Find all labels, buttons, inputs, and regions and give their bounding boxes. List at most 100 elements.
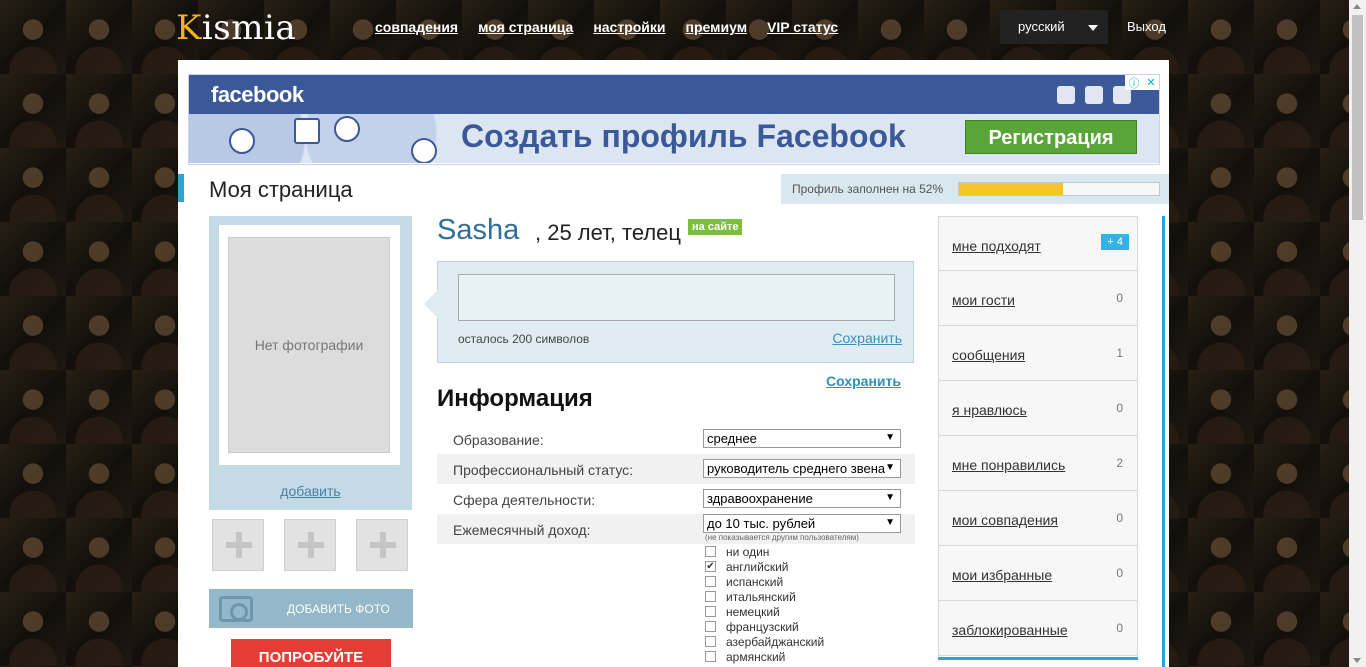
professional-status-select[interactable]: руководитель среднего звена ▼ xyxy=(703,459,901,478)
side-menu-count: 0 xyxy=(1116,291,1123,305)
add-thumbnail-plus-icon[interactable] xyxy=(356,519,408,571)
education-select[interactable]: среднее ▼ xyxy=(703,429,901,448)
language-option[interactable]: немецкий xyxy=(705,604,824,619)
field-value: здравоохранение xyxy=(707,491,813,506)
adchoices-icon[interactable]: ⓘ ✕ xyxy=(1125,75,1159,90)
language-option[interactable]: французский xyxy=(705,619,824,634)
dropdown-arrow-icon: ▼ xyxy=(885,462,895,473)
facebook-ad[interactable]: facebook ⓘ ✕ Создать профиль Facebook Ре… xyxy=(188,74,1160,165)
side-menu-label[interactable]: мои совпадения xyxy=(952,512,1058,528)
camera-icon xyxy=(219,596,253,622)
language-value: русский xyxy=(1018,19,1065,34)
side-menu-label[interactable]: заблокированные xyxy=(952,622,1068,638)
language-option[interactable]: ✔ английский xyxy=(705,559,824,574)
scroll-down-icon[interactable] xyxy=(1353,658,1361,663)
checkbox[interactable] xyxy=(705,636,716,647)
checkbox[interactable] xyxy=(705,651,716,662)
side-menu-count: 1 xyxy=(1116,346,1123,360)
checkbox[interactable] xyxy=(705,606,716,617)
fb-ad-header: facebook ⓘ ✕ xyxy=(189,75,1159,114)
chars-left: осталось 200 символов xyxy=(458,332,590,346)
side-menu-item[interactable]: мои гости 0 xyxy=(938,271,1138,326)
side-menu-item[interactable]: мне подходят + 4 xyxy=(938,216,1138,271)
nav-my-page[interactable]: моя страница xyxy=(478,19,573,35)
language-label: азербайджанский xyxy=(726,634,825,649)
title-accent xyxy=(178,174,184,202)
side-menu-item[interactable]: мне понравились 2 xyxy=(938,436,1138,491)
info-save-link[interactable]: Сохранить xyxy=(826,373,901,389)
language-option[interactable]: итальянский xyxy=(705,589,824,604)
side-menu-item[interactable]: я нравлюсь 0 xyxy=(938,381,1138,436)
add-photo-button[interactable]: ДОБАВИТЬ ФОТО xyxy=(209,589,413,628)
side-menu-item[interactable]: мои совпадения 0 xyxy=(938,491,1138,546)
checkbox[interactable] xyxy=(705,576,716,587)
logout-link[interactable]: Выход xyxy=(1127,19,1166,34)
side-menu-label[interactable]: мои избранные xyxy=(952,567,1052,583)
checkbox[interactable] xyxy=(705,591,716,602)
new-count-badge: + 4 xyxy=(1101,234,1129,250)
language-label: немецкий xyxy=(726,604,780,619)
site-logo[interactable]: Kismia xyxy=(176,8,296,48)
add-thumbnail-plus-icon[interactable] xyxy=(284,519,336,571)
education-value: среднее xyxy=(707,431,757,446)
page-scrollbar[interactable] xyxy=(1349,0,1366,667)
side-menu-bottom-accent xyxy=(938,657,1138,660)
side-menu-item[interactable]: сообщения 1 xyxy=(938,326,1138,381)
language-label: французский xyxy=(726,619,799,634)
side-menu-item[interactable]: мои избранные 0 xyxy=(938,546,1138,601)
promo-banner[interactable]: ПОПРОБУЙТЕ xyxy=(231,639,391,667)
photo-frame: Нет фотографии xyxy=(219,225,400,465)
language-option[interactable]: испанский xyxy=(705,574,824,589)
online-badge: на сайте xyxy=(688,219,743,235)
add-photo-link[interactable]: добавить xyxy=(209,483,412,499)
checkbox[interactable]: ✔ xyxy=(705,561,716,572)
dropdown-arrow-icon: ▼ xyxy=(885,432,895,443)
nav-matches[interactable]: совпадения xyxy=(375,19,458,35)
language-select[interactable]: русский xyxy=(1000,10,1108,44)
side-menu-label[interactable]: мне понравились xyxy=(952,457,1065,473)
nav-settings[interactable]: настройки xyxy=(593,19,665,35)
income-value: до 10 тыс. рублей xyxy=(707,516,816,531)
main-panel: facebook ⓘ ✕ Создать профиль Facebook Ре… xyxy=(178,60,1169,667)
add-thumbnail-plus-icon[interactable] xyxy=(212,519,264,571)
status-save-link[interactable]: Сохранить xyxy=(832,330,902,346)
photo-placeholder[interactable]: Нет фотографии xyxy=(228,237,390,453)
side-menu-label[interactable]: я нравлюсь xyxy=(952,402,1027,418)
field-select[interactable]: здравоохранение ▼ xyxy=(703,489,901,508)
info-row-field: Сфера деятельности: здравоохранение ▼ xyxy=(437,484,915,514)
scroll-thumb[interactable] xyxy=(1352,15,1363,220)
language-label: армянский xyxy=(726,649,786,664)
side-menu-item[interactable]: заблокированные 0 xyxy=(938,601,1138,656)
language-option[interactable]: армянский xyxy=(705,649,824,664)
side-menu-label[interactable]: мне подходят xyxy=(952,238,1041,254)
info-row-education: Образование: среднее ▼ xyxy=(437,424,915,454)
nav-vip[interactable]: VIP статус xyxy=(767,19,838,35)
checkbox[interactable] xyxy=(705,621,716,632)
side-menu-count: 0 xyxy=(1116,621,1123,635)
dropdown-arrow-icon: ▼ xyxy=(885,517,895,528)
chevron-down-icon xyxy=(1088,25,1098,31)
checkbox[interactable] xyxy=(705,546,716,557)
logo-k: K xyxy=(176,8,202,48)
side-menu-label[interactable]: мои гости xyxy=(952,292,1015,308)
status-input[interactable] xyxy=(458,274,895,321)
register-button[interactable]: Регистрация xyxy=(965,120,1137,154)
nav-premium[interactable]: премиум xyxy=(686,19,748,35)
language-option[interactable]: азербайджанский xyxy=(705,634,824,649)
income-note: (не показывается другим пользователям) xyxy=(705,533,859,542)
fb-ad-headline[interactable]: Создать профиль Facebook xyxy=(461,118,906,155)
fb-logo: facebook xyxy=(211,82,304,107)
main-nav: совпадения моя страница настройки премиу… xyxy=(375,19,838,35)
language-option[interactable]: ни один xyxy=(705,544,824,559)
logo-text: ismia xyxy=(201,8,297,48)
close-icon[interactable]: ✕ xyxy=(1146,76,1155,89)
side-menu-label[interactable]: сообщения xyxy=(952,347,1025,363)
right-accent-strip xyxy=(1162,216,1165,667)
income-select[interactable]: до 10 тыс. рублей ▼ xyxy=(703,514,901,533)
info-rows: Образование: среднее ▼ Профессиональный с… xyxy=(437,424,915,544)
fb-ad-body: Создать профиль Facebook Регистрация xyxy=(189,114,1159,163)
scroll-up-icon[interactable] xyxy=(1353,4,1361,9)
income-label: Ежемесячный доход: xyxy=(453,522,591,538)
language-label: английский xyxy=(726,559,789,574)
network-map-illustration xyxy=(189,114,449,163)
